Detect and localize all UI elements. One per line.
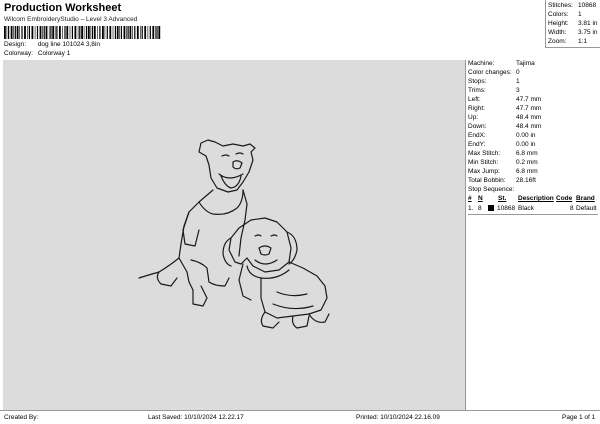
design-stats: Stitches: 10868 Colors: 1 Height: 3.81 in W… [545,0,600,48]
last-saved: Last Saved: 10/10/2024 12.22.17 [148,414,244,421]
page-title: Production Worksheet [4,2,122,14]
stop-row-n: 8 [478,205,482,212]
col-code: Code [556,195,573,202]
design-row: Design: dog line 101024 3,8in [4,41,100,48]
col-stitches: St. [498,195,507,202]
col-brand: Brand [576,195,595,202]
stop-row-num: 1. [468,205,474,212]
stop-row-stitches: 10868 [497,205,516,212]
stop-row-code: 8 [570,205,574,212]
stop-row-brand: Default [576,205,597,212]
printed-date: Printed: 10/10/2024 22.16.09 [356,414,440,421]
stop-row-description: Black [518,205,534,212]
color-swatch [488,205,494,211]
design-preview [3,60,465,410]
col-num: # [468,195,472,202]
worksheet-header: Production Worksheet Wilcom EmbroiderySt… [0,0,545,62]
design-value: dog line 101024 3,8in [37,41,100,48]
colorway-row: Colorway: Colorway 1 [4,50,70,57]
col-n: N [478,195,483,202]
barcode-icon [4,26,161,39]
colorway-label: Colorway: [4,50,33,57]
page-number: Page 1 of 1 [562,414,596,421]
worksheet-footer: Created By: Last Saved: 10/10/2024 12.22… [0,410,600,424]
dogs-embroidery-outline [138,139,330,329]
created-by: Created By: [4,414,39,421]
stop-sequence-title: Stop Sequence: [468,186,515,193]
software-subtitle: Wilcom EmbroideryStudio – Level 3 Advanc… [4,16,138,23]
machine-info-panel: Machine: Tajima Color changes: 0 Stops: 1 T… [465,60,600,410]
colorway-value: Colorway 1 [37,50,71,57]
design-label: Design: [4,41,27,48]
stop-sequence-table: # N St. Description Code Brand 1. 8 1086… [468,195,598,215]
col-description: Description [518,195,554,202]
